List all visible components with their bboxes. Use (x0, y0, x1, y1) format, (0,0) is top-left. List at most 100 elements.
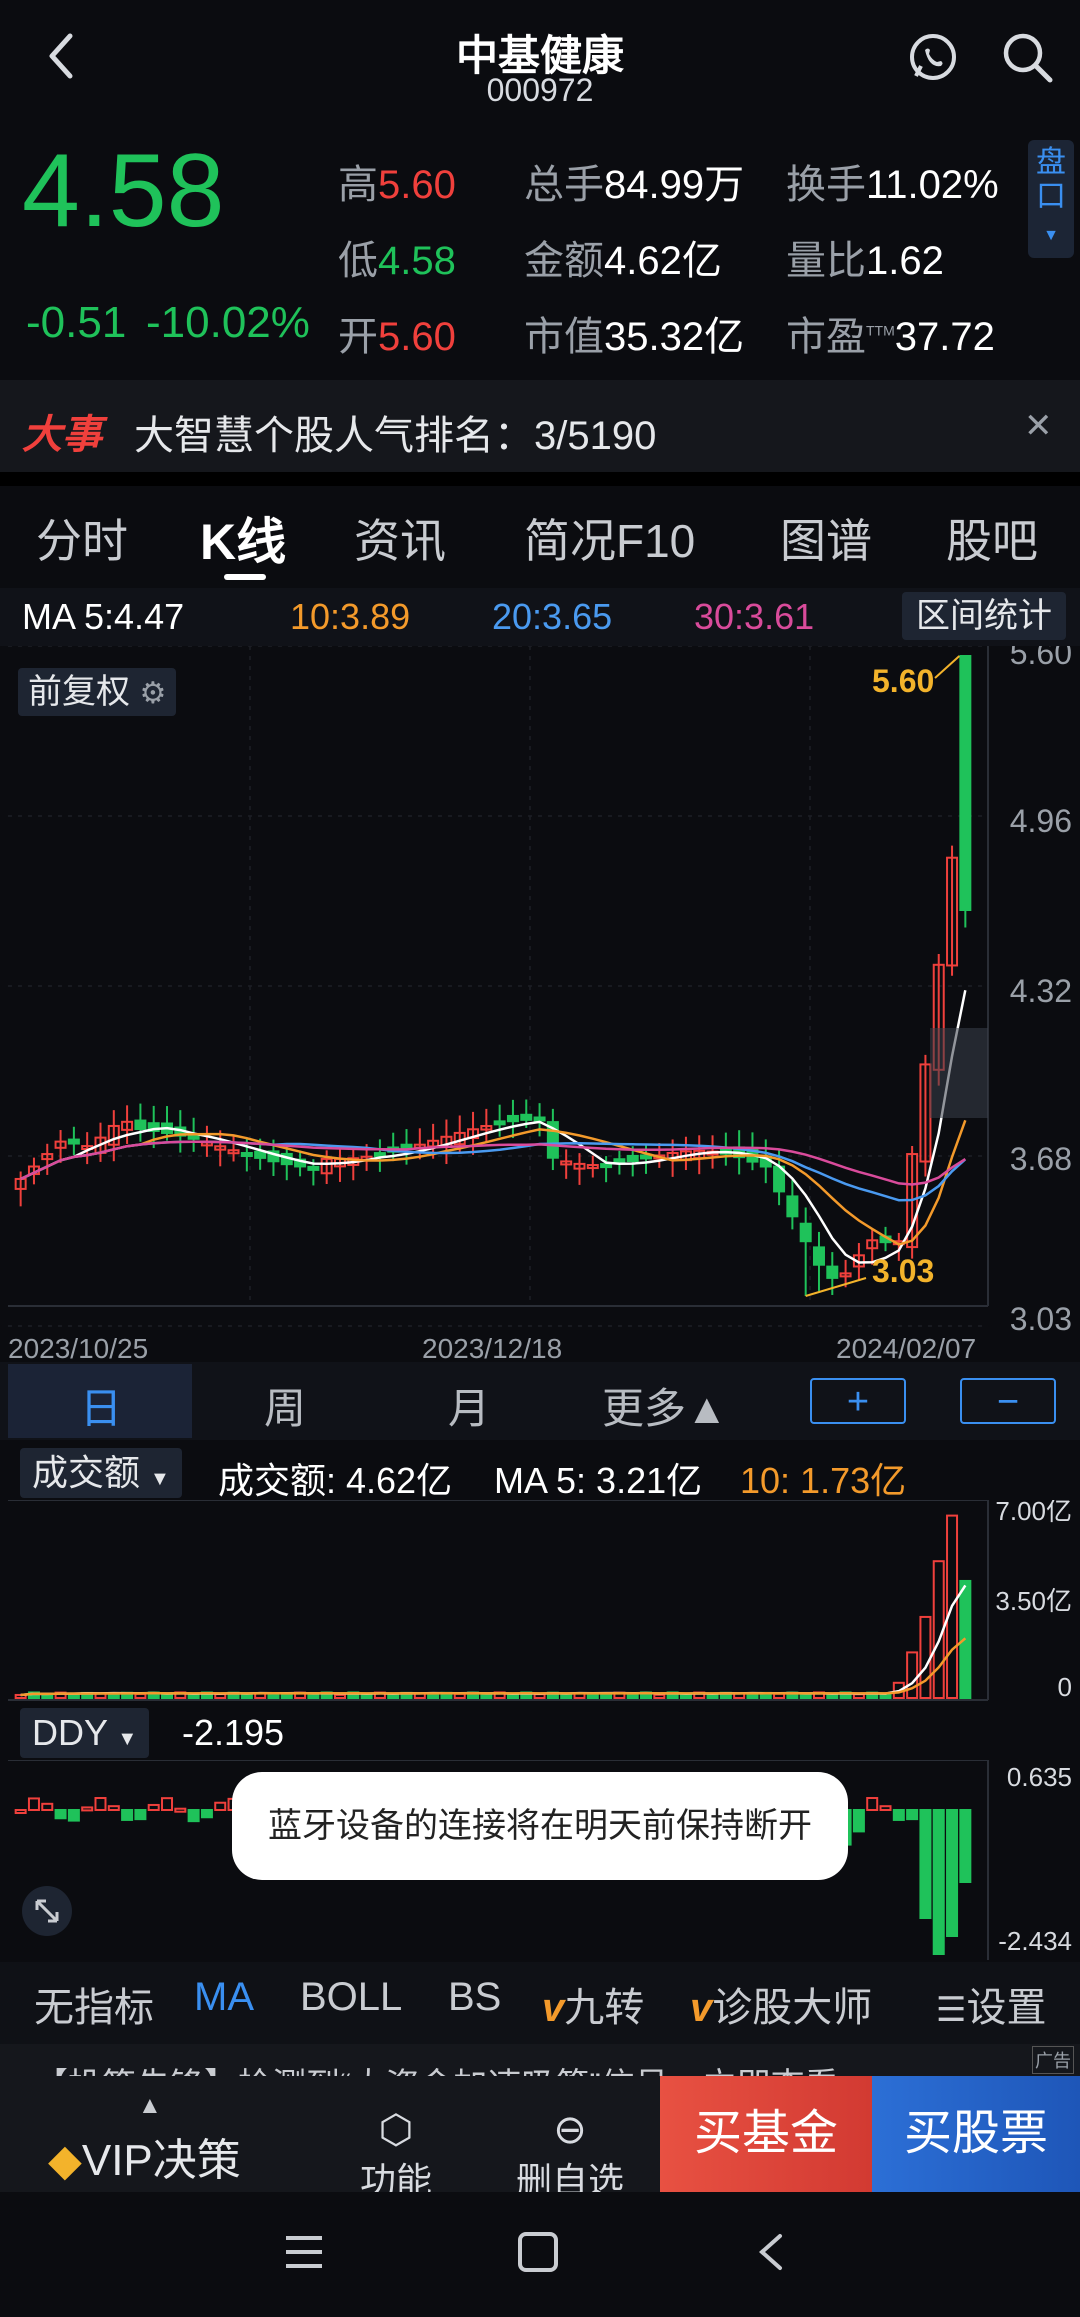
ddy-bar (919, 1809, 932, 1919)
indicator-none[interactable]: 无指标 (34, 1975, 154, 2033)
indicator-ma[interactable]: MA (194, 1975, 254, 2020)
period-week[interactable]: 周 (264, 1375, 306, 1436)
news-bar[interactable]: 大事 大智慧个股人气排名：3/5190 ✕ (0, 380, 1080, 472)
diamond-icon: ◆ (48, 2136, 82, 2185)
tab-f10[interactable]: 简况F10 (524, 505, 695, 571)
stat-volume-ratio: 量比1.62 (786, 239, 944, 283)
ddy-bar (187, 1809, 200, 1823)
candle-body (254, 1150, 267, 1159)
indicator-bs[interactable]: BS (448, 1975, 501, 2020)
date-label: 2023/10/25 (8, 1333, 148, 1362)
divider (0, 472, 1080, 486)
volume-selector[interactable]: 成交额 ▼ (20, 1448, 182, 1498)
ddy-bar (852, 1809, 865, 1833)
dropdown-arrow-icon: ▼ (1043, 227, 1059, 244)
indicator-settings[interactable]: ☰设置 (936, 1975, 1046, 2033)
candle-body (240, 1152, 253, 1158)
chevron-up-icon[interactable]: ▲ (138, 2092, 162, 2120)
menu-icon[interactable] (282, 2232, 326, 2277)
stat-pe: 市盈TTM37.72 (786, 315, 995, 359)
candle-body (640, 1154, 653, 1160)
delete-watchlist-button[interactable]: ⊖ 删自选 (514, 2108, 626, 2204)
vol-y-tick: 0 (1058, 1672, 1072, 1702)
volume-ma5: MA 5: 3.21亿 (494, 1460, 703, 1501)
candle-body (307, 1165, 320, 1171)
chat-icon[interactable] (906, 30, 960, 84)
function-button[interactable]: ⬡ 功能 (350, 2108, 442, 2204)
zoom-out-button[interactable]: − (960, 1378, 1056, 1424)
minus-circle-icon: ⊖ (553, 2108, 587, 2152)
stat-volume: 总手84.99万 (524, 163, 745, 207)
volume-bar (626, 1693, 639, 1699)
news-badge: 大事 (22, 413, 102, 457)
expand-icon[interactable] (22, 1886, 72, 1936)
kline-chart[interactable]: 5.60 4.96 4.32 3.68 3.03 2023/10/25 2023/12/18… (0, 646, 1080, 1362)
toast-message: 蓝牙设备的连接将在明天前保持断开 (232, 1772, 848, 1880)
ddy-bar (134, 1809, 147, 1821)
ddy-bar (121, 1809, 134, 1821)
tab-news[interactable]: 资讯 (354, 505, 446, 571)
range-stats-button[interactable]: 区间统计 (902, 592, 1066, 640)
candle-body (626, 1154, 639, 1163)
close-icon[interactable]: ✕ (1024, 406, 1053, 446)
stat-low: 低4.58 (338, 239, 456, 283)
volume-bar (161, 1693, 174, 1699)
volume-bar (480, 1693, 493, 1700)
news-text: 大智慧个股人气排名：3/5190 (134, 414, 657, 458)
vip-v-icon: v (542, 1986, 565, 2030)
indicator-bar (0, 1962, 1080, 2044)
ddy-bar (959, 1809, 972, 1883)
cube-icon: ⬡ (378, 2108, 414, 2152)
ddy-bar (200, 1809, 213, 1819)
y-tick-label: 5.60 (1010, 646, 1072, 671)
ddy-bar (67, 1809, 80, 1822)
tab-kline[interactable]: K线 (200, 502, 286, 574)
home-icon[interactable] (516, 2230, 560, 2279)
period-month[interactable]: 月 (448, 1375, 490, 1436)
candle-body (506, 1114, 519, 1123)
indicator-boll[interactable]: BOLL (300, 1975, 402, 2020)
adjust-selector[interactable]: 前复权 ⚙ (18, 668, 177, 716)
ma10-value: 10:3.89 (290, 596, 411, 637)
candle-body (812, 1246, 825, 1266)
volume-ma10: 10: 1.73亿 (740, 1460, 907, 1501)
period-day[interactable]: 日 (80, 1375, 122, 1436)
gear-icon: ⚙ (139, 677, 167, 710)
vol-y-tick: 7.00亿 (995, 1500, 1072, 1526)
candle-body (67, 1138, 80, 1145)
search-icon[interactable] (1000, 30, 1054, 84)
candle-body (520, 1113, 533, 1121)
tab-graph[interactable]: 图谱 (780, 505, 872, 571)
price-change-pct: -10.02% (146, 298, 310, 347)
tab-active-indicator (224, 574, 266, 580)
candle-body (786, 1195, 799, 1218)
ddy-bar (946, 1809, 959, 1937)
ddy-selector[interactable]: DDY ▼ (20, 1708, 150, 1758)
zoom-in-button[interactable]: + (810, 1378, 906, 1424)
date-label: 2023/12/18 (422, 1333, 562, 1362)
indicator-jiuzhuan[interactable]: v九转 (542, 1975, 644, 2033)
stat-amount: 金额4.62亿 (524, 239, 722, 283)
y-tick-label: 3.03 (1010, 1301, 1072, 1337)
current-price: 4.58 (22, 133, 225, 249)
y-tick-label: 4.96 (1010, 803, 1072, 839)
stat-market-cap: 市值35.32亿 (524, 315, 745, 359)
date-label: 2024/02/07 (836, 1333, 976, 1362)
vip-decision-button[interactable]: ◆VIP决策 (48, 2124, 241, 2188)
nav-back-icon[interactable] (752, 2230, 792, 2279)
buy-fund-button[interactable]: 买基金 (660, 2076, 872, 2192)
pankou-button[interactable]: 盘口 ▼ (1028, 140, 1074, 258)
candle-body (600, 1163, 613, 1169)
tab-timeshare[interactable]: 分时 (36, 505, 128, 571)
candle-body (959, 655, 972, 912)
indicator-master[interactable]: v诊股大师 (690, 1975, 872, 2033)
period-more[interactable]: 更多▲ (602, 1375, 728, 1436)
vol-y-tick: 3.50亿 (995, 1586, 1072, 1616)
volume-bar (360, 1693, 373, 1699)
ma30-value: 30:3.61 (694, 596, 815, 637)
ddy-bar (906, 1809, 919, 1821)
tab-forum[interactable]: 股吧 (946, 505, 1038, 571)
candle-body (826, 1265, 839, 1279)
buy-stock-button[interactable]: 买股票 (872, 2076, 1080, 2192)
stat-turnover: 换手11.02% (786, 163, 999, 207)
